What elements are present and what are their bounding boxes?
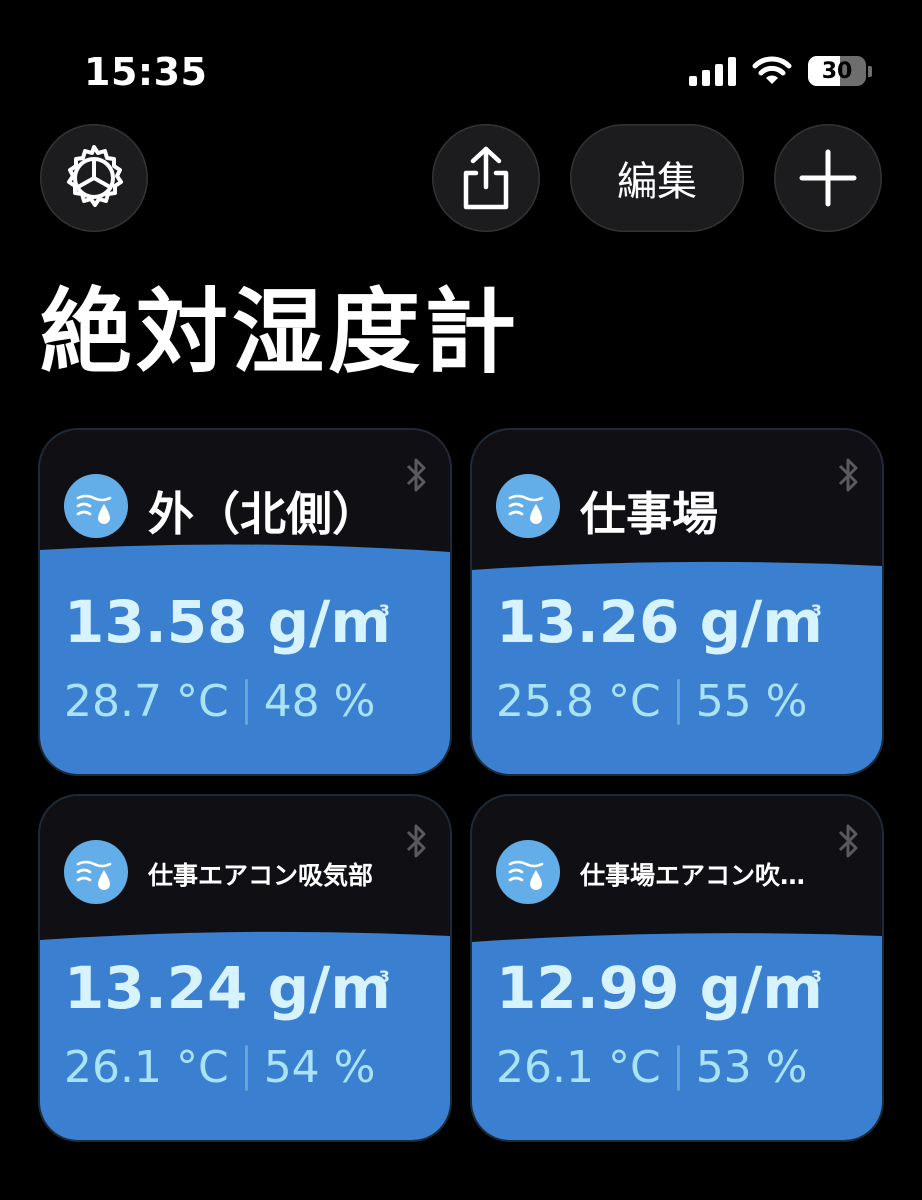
temperature-value: 28.7 °C bbox=[64, 676, 229, 727]
temperature-value: 25.8 °C bbox=[496, 676, 661, 727]
unit-superscript: 3 bbox=[378, 600, 390, 620]
sensor-name: 外（北側） bbox=[148, 487, 378, 541]
humidity-icon bbox=[496, 840, 560, 904]
humidity-icon bbox=[64, 474, 128, 538]
share-button[interactable] bbox=[432, 124, 540, 232]
temperature-value: 26.1 °C bbox=[496, 1042, 661, 1093]
divider bbox=[676, 1044, 680, 1091]
humidity-value: 55 % bbox=[695, 676, 808, 727]
sensor-name: 仕事場エアコン吹… bbox=[580, 861, 806, 890]
wifi-icon bbox=[752, 56, 792, 84]
sensor-card[interactable]: 仕事場 13.26 g/m3 25.8 °C 55 % bbox=[472, 430, 882, 774]
battery-nub bbox=[868, 65, 872, 77]
status-indicators: 30 bbox=[689, 56, 872, 86]
settings-button[interactable] bbox=[40, 124, 148, 232]
unit-superscript: 3 bbox=[810, 600, 822, 620]
sensor-card[interactable]: 外（北側） 13.58 g/m3 28.7 °C 48 % bbox=[40, 430, 450, 774]
bluetooth-icon bbox=[838, 458, 858, 492]
sensor-name: 仕事エアコン吸気部 bbox=[148, 861, 374, 890]
divider bbox=[244, 678, 248, 725]
readings: 26.1 °C 53 % bbox=[496, 1042, 807, 1093]
bluetooth-icon bbox=[406, 824, 426, 858]
temperature-value: 26.1 °C bbox=[64, 1042, 229, 1093]
absolute-humidity-value: 13.24 g/m3 bbox=[64, 954, 391, 1022]
bluetooth-icon bbox=[838, 824, 858, 858]
humidity-value: 48 % bbox=[263, 676, 376, 727]
battery-level: 30 bbox=[821, 58, 853, 84]
humidity-icon bbox=[64, 840, 128, 904]
page-title: 絶対湿度計 bbox=[40, 279, 521, 386]
divider bbox=[676, 678, 680, 725]
status-time: 15:35 bbox=[84, 50, 208, 94]
readings: 25.8 °C 55 % bbox=[496, 676, 807, 727]
absolute-humidity-value: 13.58 g/m3 bbox=[64, 588, 391, 656]
cellular-signal-icon bbox=[689, 56, 736, 86]
readings: 26.1 °C 54 % bbox=[64, 1042, 375, 1093]
bluetooth-icon bbox=[406, 458, 426, 492]
absolute-humidity-value: 12.99 g/m3 bbox=[496, 954, 823, 1022]
add-button[interactable] bbox=[774, 124, 882, 232]
sensor-name: 仕事場 bbox=[580, 487, 718, 541]
battery-icon: 30 bbox=[808, 56, 866, 86]
gear-icon bbox=[67, 145, 123, 207]
edit-button[interactable]: 編集 bbox=[570, 124, 744, 232]
unit-superscript: 3 bbox=[378, 966, 390, 986]
absolute-humidity-value: 13.26 g/m3 bbox=[496, 588, 823, 656]
unit-superscript: 3 bbox=[810, 966, 822, 986]
humidity-icon bbox=[496, 474, 560, 538]
divider bbox=[244, 1044, 248, 1091]
sensor-card[interactable]: 仕事エアコン吸気部 13.24 g/m3 26.1 °C 54 % bbox=[40, 796, 450, 1140]
plus-icon bbox=[799, 149, 857, 207]
share-icon bbox=[463, 146, 509, 210]
sensor-card[interactable]: 仕事場エアコン吹… 12.99 g/m3 26.1 °C 53 % bbox=[472, 796, 882, 1140]
readings: 28.7 °C 48 % bbox=[64, 676, 375, 727]
humidity-value: 53 % bbox=[695, 1042, 808, 1093]
humidity-value: 54 % bbox=[263, 1042, 376, 1093]
